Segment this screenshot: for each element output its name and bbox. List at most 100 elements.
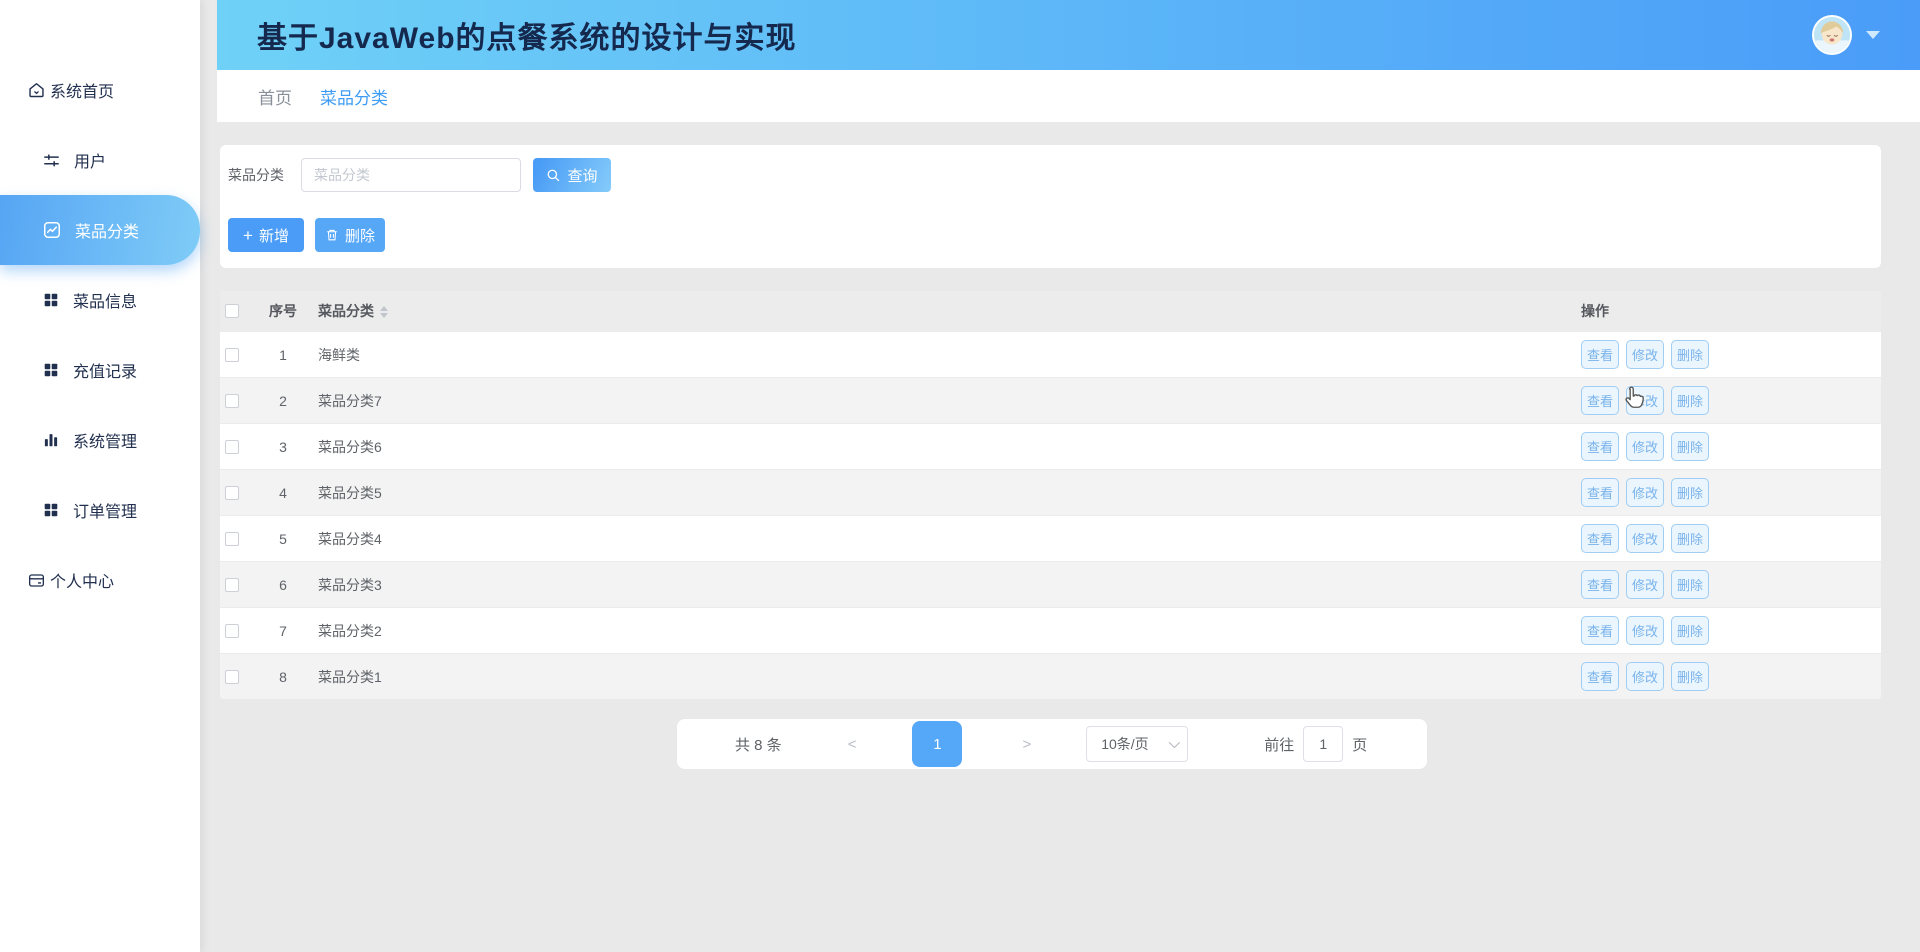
action-delete-button[interactable]: 删除 — [1671, 616, 1710, 645]
action-view-button[interactable]: 查看 — [1581, 616, 1620, 645]
row-actions: 查看 修改 删除 — [1563, 478, 1881, 507]
sidebar-item-label: 系统管理 — [73, 434, 138, 451]
sidebar-item-personal-center[interactable]: 个人中心 — [0, 545, 200, 615]
row-index: 3 — [279, 438, 287, 455]
row-actions: 查看 修改 删除 — [1563, 340, 1881, 369]
row-checkbox[interactable] — [225, 577, 239, 592]
action-delete-button[interactable]: 删除 — [1671, 432, 1710, 461]
action-view-button[interactable]: 查看 — [1581, 570, 1620, 599]
row-checkbox[interactable] — [225, 439, 239, 454]
row-index: 2 — [279, 392, 287, 409]
row-category: 菜品分类1 — [318, 668, 382, 685]
tab-home[interactable]: 首页 — [258, 84, 292, 109]
row-checkbox[interactable] — [225, 669, 239, 684]
action-edit-button[interactable]: 修改 — [1626, 340, 1665, 369]
row-category: 菜品分类7 — [318, 392, 382, 409]
sidebar-item-dish-category[interactable]: 菜品分类 — [0, 195, 200, 265]
row-index: 8 — [279, 668, 287, 685]
action-delete-button[interactable]: 删除 — [1671, 478, 1710, 507]
content: 菜品分类 查询 + 新增 — [217, 122, 1920, 769]
action-delete-button[interactable]: 删除 — [1671, 570, 1710, 599]
row-index: 5 — [279, 530, 287, 547]
goto-label: 前往 — [1264, 736, 1295, 754]
page-size-select[interactable]: 10条/页 — [1086, 726, 1189, 762]
plus-icon: + — [243, 225, 253, 245]
sort-caret-icon[interactable] — [380, 306, 388, 319]
row-index: 1 — [279, 346, 287, 363]
action-delete-button[interactable]: 删除 — [1671, 662, 1710, 691]
row-actions: 查看 修改 删除 — [1563, 662, 1881, 691]
sidebar-item-system-home[interactable]: 系统首页 — [0, 55, 200, 125]
sidebar-item-order-manage[interactable]: 订单管理 — [0, 475, 200, 545]
sidebar-item-system-manage[interactable]: 系统管理 — [0, 405, 200, 475]
action-view-button[interactable]: 查看 — [1581, 478, 1620, 507]
card-icon — [27, 571, 46, 590]
row-index: 7 — [279, 622, 287, 639]
action-delete-button[interactable]: 删除 — [1671, 524, 1710, 553]
page-button-1[interactable]: 1 — [912, 721, 963, 767]
page-size-value: 10条/页 — [1101, 736, 1149, 752]
sidebar-item-dish-info[interactable]: 菜品信息 — [0, 265, 200, 335]
add-button[interactable]: + 新增 — [228, 218, 304, 252]
user-box — [1812, 15, 1880, 55]
main-area: 基于JavaWeb的点餐系统的设计与实现 首页 菜品分类 菜品分类 菜品分类 查… — [217, 0, 1920, 952]
sidebar-item-recharge-log[interactable]: 充值记录 — [0, 335, 200, 405]
action-edit-button[interactable]: 修改 — [1626, 432, 1665, 461]
table-row: 4 菜品分类5 查看 修改 删除 — [220, 469, 1881, 515]
row-index: 6 — [279, 576, 287, 593]
table-row: 3 菜品分类6 查看 修改 删除 — [220, 423, 1881, 469]
sidebar-item-label: 菜品分类 — [75, 224, 140, 241]
row-checkbox[interactable] — [225, 531, 239, 546]
row-checkbox[interactable] — [225, 485, 239, 500]
row-checkbox[interactable] — [225, 347, 239, 362]
row-checkbox[interactable] — [225, 393, 239, 408]
action-delete-button[interactable]: 删除 — [1671, 340, 1710, 369]
table-row: 2 菜品分类7 查看 修改 删除 — [220, 377, 1881, 423]
action-view-button[interactable]: 查看 — [1581, 524, 1620, 553]
row-checkbox[interactable] — [225, 623, 239, 638]
data-table: 序号 菜品分类 操作 1 海鲜类 查看 修改 删除 2 菜品分类7 查看 修改 … — [220, 291, 1881, 699]
next-page-button[interactable]: > — [1022, 736, 1031, 753]
row-actions: 查看 修改 删除 — [1563, 570, 1881, 599]
row-category: 菜品分类6 — [318, 438, 382, 455]
action-view-button[interactable]: 查看 — [1581, 340, 1620, 369]
action-edit-button[interactable]: 修改 — [1626, 386, 1665, 415]
action-view-button[interactable]: 查看 — [1581, 662, 1620, 691]
row-actions: 查看 修改 删除 — [1563, 616, 1881, 645]
tab-bar: 首页 菜品分类 — [217, 70, 1920, 122]
sidebar-item-users[interactable]: 用户 — [0, 125, 200, 195]
action-edit-button[interactable]: 修改 — [1626, 616, 1665, 645]
column-header-category[interactable]: 菜品分类 — [304, 301, 1563, 321]
prev-page-button[interactable]: < — [848, 736, 857, 753]
table-row: 6 菜品分类3 查看 修改 删除 — [220, 561, 1881, 607]
action-edit-button[interactable]: 修改 — [1626, 662, 1665, 691]
row-category: 菜品分类4 — [318, 530, 382, 547]
delete-button[interactable]: 删除 — [315, 218, 385, 252]
pagination-bar: 共 8 条 < 1 > 10条/页 前往 页 — [677, 719, 1427, 769]
table-row: 5 菜品分类4 查看 修改 删除 — [220, 515, 1881, 561]
page-suffix-label: 页 — [1352, 736, 1368, 754]
action-delete-button[interactable]: 删除 — [1671, 386, 1710, 415]
sidebar-item-label: 订单管理 — [73, 504, 138, 521]
action-edit-button[interactable]: 修改 — [1626, 478, 1665, 507]
tab-dish-category[interactable]: 菜品分类 — [320, 84, 388, 109]
avatar[interactable] — [1812, 15, 1852, 55]
select-all-checkbox[interactable] — [225, 304, 239, 318]
search-card: 菜品分类 查询 + 新增 — [220, 145, 1881, 268]
row-category: 菜品分类5 — [318, 484, 382, 501]
action-view-button[interactable]: 查看 — [1581, 432, 1620, 461]
trash-icon — [327, 229, 337, 241]
table-row: 7 菜品分类2 查看 修改 删除 — [220, 607, 1881, 653]
goto-page-input[interactable] — [1303, 726, 1344, 762]
chevron-down-icon[interactable] — [1866, 31, 1880, 39]
action-edit-button[interactable]: 修改 — [1626, 524, 1665, 553]
search-input[interactable] — [301, 158, 521, 192]
sliders-icon — [42, 151, 61, 170]
query-button-label: 查询 — [567, 167, 598, 185]
action-view-button[interactable]: 查看 — [1581, 386, 1620, 415]
grid-icon — [42, 501, 60, 519]
query-button[interactable]: 查询 — [533, 158, 611, 192]
action-edit-button[interactable]: 修改 — [1626, 570, 1665, 599]
home-icon — [27, 81, 46, 100]
grid-icon — [42, 291, 60, 309]
